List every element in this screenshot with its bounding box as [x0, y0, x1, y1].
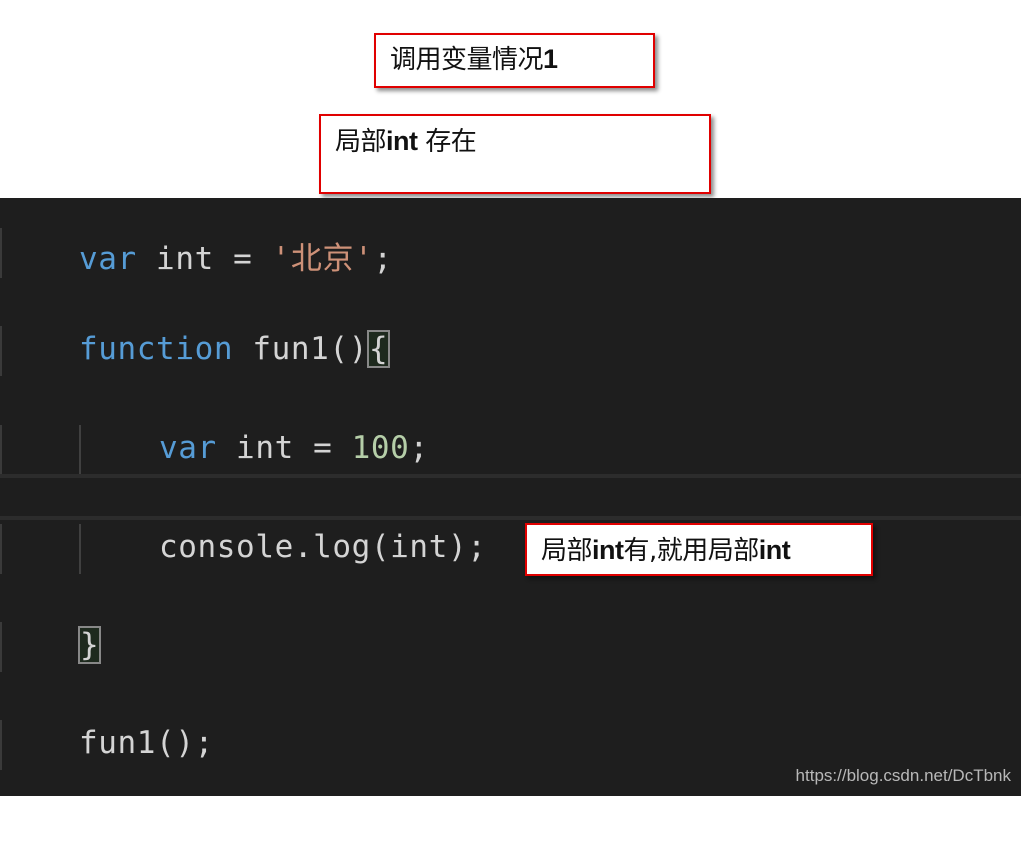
code-line-6[interactable]: }	[0, 622, 1021, 674]
gutter-marker	[0, 228, 2, 278]
scope-annotation-suffix: 存在	[417, 127, 477, 157]
log-annotation-keyword: int	[758, 535, 791, 565]
number-literal: 100	[351, 430, 410, 466]
code-line-7[interactable]: fun1();	[0, 720, 1021, 772]
code-text: int =	[136, 241, 272, 277]
matched-close-brace: }	[77, 626, 102, 664]
code-line-3[interactable]: var int = 100;	[0, 425, 1021, 477]
title-annotation: 调用变量情况1	[374, 33, 655, 88]
code-text: int =	[216, 430, 352, 466]
indent-guide	[79, 524, 81, 574]
string-literal: '北京'	[271, 241, 374, 277]
watermark: https://blog.csdn.net/DcTbnk	[795, 766, 1011, 785]
scope-annotation-keyword: int	[386, 126, 418, 156]
current-line-highlight	[0, 474, 1021, 520]
gutter-marker	[0, 425, 2, 475]
indent-guide	[79, 425, 81, 475]
gutter-marker	[0, 326, 2, 376]
log-annotation-middle: 有,就用局部	[623, 536, 760, 566]
log-annotation-prefix: 局部	[541, 536, 593, 566]
code-text: ;	[373, 241, 393, 277]
code-text: console.log(int);	[159, 529, 487, 565]
matched-open-brace: {	[366, 330, 391, 368]
log-annotation-keyword: int	[592, 535, 624, 565]
title-annotation-number: 1	[543, 44, 558, 74]
log-annotation: 局部int有,就用局部int	[525, 523, 873, 576]
scope-annotation: 局部int 存在	[319, 114, 711, 194]
gutter-marker	[0, 622, 2, 672]
keyword-function: function	[79, 331, 234, 367]
code-line-1[interactable]: var int = '北京';	[0, 228, 1021, 280]
title-annotation-text: 调用变量情况	[390, 45, 544, 75]
keyword-var: var	[159, 430, 217, 466]
gutter-marker	[0, 524, 2, 574]
code-editor[interactable]: var int = '北京'; function fun1(){ var int…	[0, 198, 1021, 796]
code-text: ;	[409, 430, 429, 466]
scope-annotation-prefix: 局部	[335, 127, 387, 157]
gutter-marker	[0, 720, 2, 770]
keyword-var: var	[79, 241, 137, 277]
code-text: fun1();	[79, 725, 214, 761]
code-text: fun1()	[233, 331, 368, 367]
code-line-2[interactable]: function fun1(){	[0, 326, 1021, 378]
